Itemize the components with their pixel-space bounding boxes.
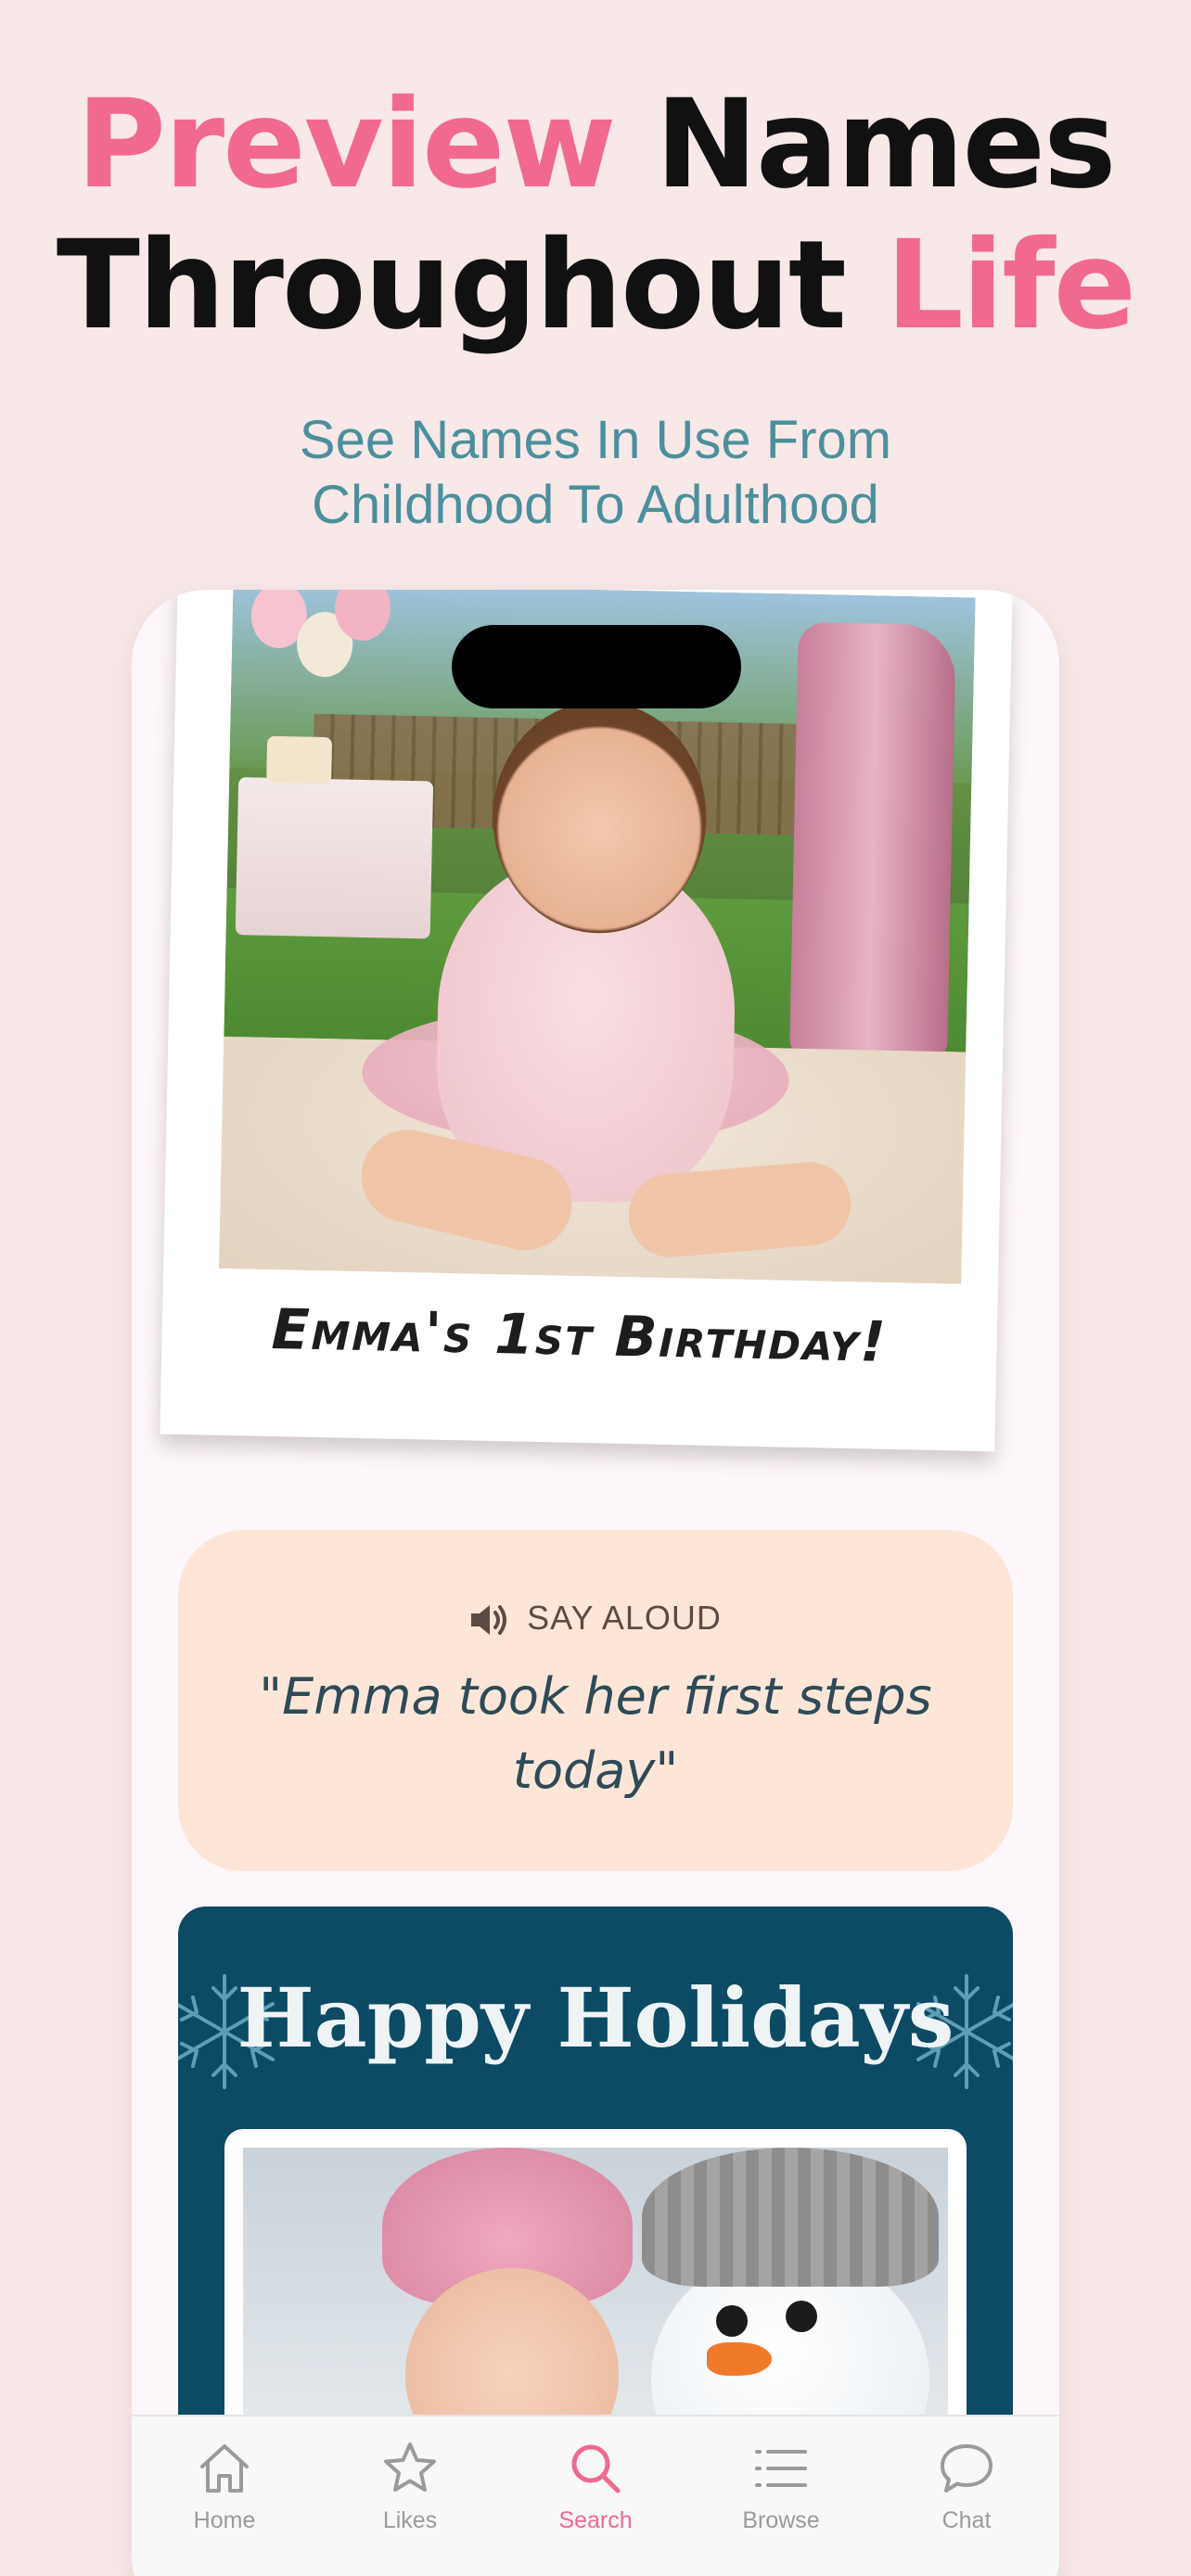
- subtitle-line-1: See Names In Use From: [299, 410, 892, 470]
- home-icon: [200, 2444, 249, 2493]
- headline-line-2: Throughout Life: [0, 215, 1191, 356]
- headline-line-1: Preview Names: [0, 74, 1191, 215]
- headline-word-throughout: Throughout: [56, 214, 847, 357]
- polaroid-caption: Emma's 1st Birthday!: [270, 1296, 889, 1375]
- say-aloud-quote: "Emma took her first steps today": [215, 1660, 976, 1808]
- tab-bar: Home Likes Search Browse Chat: [132, 2415, 1059, 2576]
- tab-search-label: Search: [558, 2507, 633, 2533]
- list-icon: [755, 2450, 807, 2487]
- tab-browse[interactable]: Browse: [688, 2439, 874, 2559]
- say-aloud-card[interactable]: SAY ALOUD "Emma took her first steps tod…: [178, 1530, 1013, 1871]
- speaker-icon[interactable]: [469, 1601, 510, 1639]
- phone-mockup: Emma's 1st Birthday! SAY ALOUD "Emma too…: [132, 590, 1059, 2576]
- tab-home-label: Home: [193, 2507, 256, 2533]
- headline-word-life: Life: [885, 214, 1136, 357]
- holiday-title: Happy Holidays: [237, 1970, 954, 2066]
- tab-browse-label: Browse: [742, 2507, 820, 2533]
- tab-likes[interactable]: Likes: [317, 2439, 503, 2559]
- headline-word-preview: Preview: [76, 73, 616, 216]
- say-aloud-label: SAY ALOUD: [527, 1599, 722, 1637]
- subtitle-line-2: Childhood To Adulthood: [312, 475, 879, 535]
- search-icon: [571, 2444, 621, 2493]
- say-aloud-quote-line-1: "Emma took her first steps: [259, 1667, 932, 1726]
- tab-home[interactable]: Home: [132, 2439, 317, 2559]
- star-icon: [384, 2442, 436, 2492]
- tab-chat[interactable]: Chat: [874, 2439, 1059, 2559]
- tab-likes-label: Likes: [382, 2507, 438, 2533]
- say-aloud-quote-line-2: today": [512, 1741, 679, 1800]
- say-aloud-header: SAY ALOUD: [178, 1599, 1013, 1639]
- headline: Preview Names Throughout Life: [0, 74, 1191, 356]
- headline-word-names: Names: [655, 73, 1116, 216]
- tab-search[interactable]: Search: [503, 2439, 688, 2559]
- chat-bubble-icon: [941, 2444, 992, 2493]
- polaroid-card: Emma's 1st Birthday!: [160, 590, 1013, 1452]
- tab-chat-label: Chat: [941, 2507, 992, 2533]
- subtitle: See Names In Use From Childhood To Adult…: [0, 408, 1191, 538]
- phone-notch: [452, 625, 741, 708]
